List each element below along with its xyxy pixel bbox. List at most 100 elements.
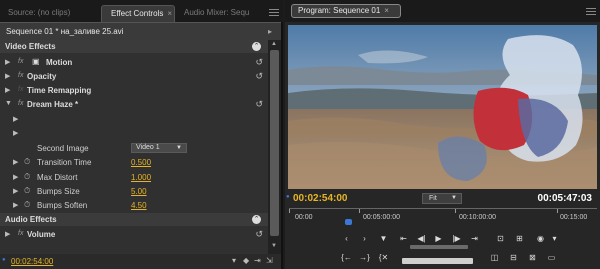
expand-triangle-icon[interactable]: ▶ [5, 230, 10, 238]
settings-dropdown-icon[interactable]: ▾ [547, 233, 562, 245]
param-value[interactable]: 5.00 [131, 187, 147, 196]
reset-icon[interactable]: ↺ [255, 57, 263, 68]
tab-effect-controls[interactable]: Effect Controls × [101, 5, 175, 22]
go-to-out-icon[interactable]: ⇥ [467, 233, 482, 245]
effect-label-dream-haze: Dream Haze * [27, 100, 79, 109]
tab-program-label: Program: Sequence 01 [298, 6, 381, 15]
loop-icon[interactable]: ⇥ [254, 256, 261, 265]
stopwatch-icon[interactable]: ⏱ [24, 186, 30, 196]
chevron-down-icon: ▼ [176, 145, 182, 151]
play-icon[interactable]: ▶ [431, 233, 446, 245]
effect-label-opacity: Opacity [27, 72, 57, 81]
close-icon[interactable]: × [384, 6, 389, 15]
scroll-up-icon[interactable]: ▲ [271, 41, 277, 47]
reset-icon[interactable]: ↺ [255, 229, 263, 240]
stopwatch-icon[interactable]: ⏱ [24, 157, 30, 167]
safe-margins-icon[interactable]: ⊟ [506, 252, 521, 264]
trim-icon[interactable]: ◫ [487, 252, 502, 264]
panel-menu-icon[interactable] [269, 9, 279, 17]
fx-toggle-icon[interactable]: fx [18, 100, 23, 107]
expand-triangle-icon[interactable]: ▶ [5, 58, 10, 66]
collapse-triangle-icon[interactable]: ▼ [5, 100, 12, 107]
zoom-value: Fit [429, 195, 437, 202]
fx-toggle-icon[interactable]: fx [18, 230, 23, 237]
audio-effects-label: Audio Effects [5, 215, 57, 224]
param-value[interactable]: 0.500 [131, 158, 151, 167]
go-to-in-icon[interactable]: ⇤ [396, 233, 411, 245]
effect-row-motion[interactable]: ▶ fx ▣ Motion ↺ [0, 56, 268, 69]
effect-row-volume[interactable]: ▶ fx Volume ↺ [0, 228, 268, 241]
filter-icon[interactable]: ▾ [232, 256, 236, 265]
effect-row-dream-haze[interactable]: ▼ fx Dream Haze * ↺ [0, 98, 268, 111]
effect-controls-panel: Source: (no clips) Effect Controls × Audi… [0, 0, 283, 269]
right-tab-bar: Program: Sequence 01 × [285, 0, 600, 22]
output-icon[interactable]: ⊠ [525, 252, 540, 264]
overwrite-icon[interactable]: ⊞ [512, 233, 527, 245]
playhead-marker-icon: ● [2, 257, 6, 263]
playhead-handle[interactable] [345, 219, 352, 225]
expand-triangle-icon[interactable]: ▶ [5, 72, 10, 80]
param-label: Second Image [37, 144, 89, 153]
tab-audio-mixer[interactable]: Audio Mixer: Sequ [178, 5, 260, 22]
dream-haze-subgroup-1[interactable]: ▶ [0, 113, 268, 126]
export-icon[interactable]: ⇲ [266, 256, 273, 265]
tab-program[interactable]: Program: Sequence 01 × [291, 4, 401, 18]
fx-toggle-icon[interactable]: fx [18, 72, 23, 79]
effect-row-time-remapping[interactable]: ▶ fx Time Remapping [0, 84, 268, 97]
stopwatch-icon[interactable]: ⏱ [24, 172, 30, 182]
zoom-select[interactable]: Fit ▼ [422, 193, 462, 204]
second-image-select[interactable]: Video 1 ▼ [131, 143, 187, 153]
expand-triangle-icon[interactable]: ▶ [13, 115, 18, 123]
expand-triangle-icon[interactable]: ▶ [13, 201, 18, 209]
dream-haze-subgroup-2[interactable]: ▶ [0, 127, 268, 140]
step-back-icon[interactable]: ◀| [414, 233, 429, 245]
param-max-distort: ▶ ⏱ Max Distort 1.000 [0, 171, 268, 184]
stopwatch-icon[interactable]: ⏱ [24, 200, 30, 210]
ruler-label: 00:15:00 [560, 214, 588, 221]
reset-icon[interactable]: ↺ [255, 99, 263, 110]
shuttle-slider[interactable] [410, 245, 468, 249]
scroll-thumb[interactable] [270, 50, 279, 236]
jog-wheel[interactable] [402, 258, 473, 264]
export-frame-icon[interactable]: ◉ [533, 233, 548, 245]
time-ruler[interactable]: 00:00 00:05:00:00 00:10:00:00 00:15:00 [289, 208, 597, 226]
param-value[interactable]: 1.000 [131, 173, 151, 182]
param-label: Max Distort [37, 173, 78, 182]
expand-triangle-icon[interactable]: ▶ [13, 158, 18, 166]
expand-triangle-icon[interactable]: ▶ [5, 86, 10, 94]
tab-audio-mixer-label: Audio Mixer: Sequ [184, 8, 250, 17]
expand-triangle-icon[interactable]: ▶ [13, 187, 18, 195]
effect-row-opacity[interactable]: ▶ fx Opacity ↺ [0, 70, 268, 83]
scroll-down-icon[interactable]: ▼ [271, 243, 277, 249]
reset-icon[interactable]: ↺ [255, 71, 263, 82]
add-marker-icon[interactable]: ▼ [376, 233, 391, 245]
shuttle-left-icon[interactable]: {← [339, 252, 354, 264]
expand-triangle-icon[interactable]: ▶ [13, 173, 18, 181]
ruler-label: 00:05:00:00 [363, 214, 400, 221]
mark-out-icon[interactable]: › [357, 233, 372, 245]
clear-in-out-icon[interactable]: {✕ [376, 252, 391, 264]
insert-icon[interactable]: ⊡ [493, 233, 508, 245]
panel-menu-icon[interactable] [586, 8, 596, 16]
expand-triangle-icon[interactable]: ▶ [13, 129, 18, 137]
effect-label-volume: Volume [27, 230, 56, 239]
transform-handle-icon[interactable]: ▣ [32, 57, 40, 66]
play-clip-icon[interactable]: ▸ [268, 27, 272, 36]
close-icon[interactable]: × [167, 9, 172, 18]
film-icon[interactable]: ▭ [544, 252, 559, 264]
video-preview[interactable] [288, 25, 597, 189]
vertical-scrollbar[interactable]: ▲ ▼ [268, 40, 281, 254]
param-value[interactable]: 4.50 [131, 201, 147, 210]
tab-source[interactable]: Source: (no clips) [2, 5, 100, 22]
playhead-timecode[interactable]: 00:02:54:00 [293, 193, 347, 204]
current-timecode[interactable]: 00:02:54:00 [11, 257, 53, 266]
fx-toggle-icon[interactable]: fx [18, 58, 23, 65]
mark-in-icon[interactable]: ‹ [339, 233, 354, 245]
shuttle-right-icon[interactable]: →} [357, 252, 372, 264]
marker-icon[interactable]: ◆ [243, 256, 249, 265]
collapse-icon[interactable]: ⌃ [252, 215, 261, 224]
audio-effects-header: Audio Effects ⌃ [0, 213, 268, 226]
collapse-icon[interactable]: ⌃ [252, 42, 261, 51]
step-forward-icon[interactable]: |▶ [449, 233, 464, 245]
param-label: Transition Time [37, 158, 92, 167]
